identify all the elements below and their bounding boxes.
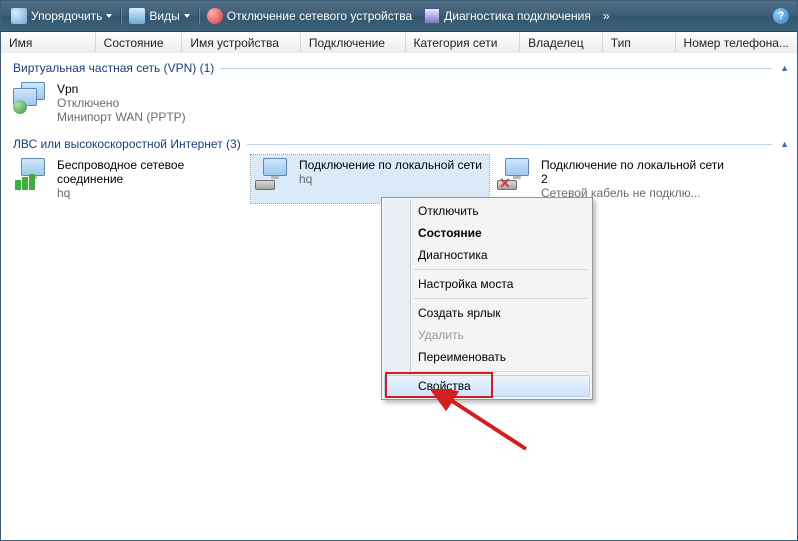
group-header-vpn[interactable]: Виртуальная частная сеть (VPN) (1) ▲ [9,59,789,79]
connection-title: Подключение по локальной сети [299,158,482,172]
connection-sub: hq [57,186,243,200]
organize-icon [11,8,27,24]
disable-device-label: Отключение сетевого устройства [227,9,412,23]
connection-title: Vpn [57,82,186,96]
connection-sub: Минипорт WAN (PPTP) [57,110,186,124]
disable-icon [207,8,223,24]
views-icon [129,8,145,24]
menu-item-disable[interactable]: Отключить [384,200,590,222]
group-header-label: ЛВС или высокоскоростной Интернет (3) [13,137,241,151]
menu-separator [414,298,588,299]
menu-item-diagnose[interactable]: Диагностика [384,244,590,266]
column-header[interactable]: Состояние [96,32,183,54]
diagnose-button[interactable]: Диагностика подключения [418,1,597,31]
connection-item-wifi[interactable]: Беспроводное сетевое соединение hq [9,155,247,203]
context-menu: Отключить Состояние Диагностика Настройк… [381,197,593,400]
help-icon[interactable]: ? [773,8,789,24]
menu-item-shortcut[interactable]: Создать ярлык [384,302,590,324]
toolbar-overflow[interactable]: » [597,1,616,31]
menu-item-status[interactable]: Состояние [384,222,590,244]
menu-item-rename[interactable]: Переименовать [384,346,590,368]
command-bar: Упорядочить Виды Отключение сетевого уст… [1,1,797,32]
connection-text: Подключение по локальной сети 2 Сетевой … [541,158,727,200]
column-header[interactable]: Номер телефона... [676,32,797,54]
network-connections-window: Упорядочить Виды Отключение сетевого уст… [0,0,798,541]
group-rule [247,144,772,145]
column-header-row: Имя Состояние Имя устройства Подключение… [1,32,797,55]
group-header-lan[interactable]: ЛВС или высокоскоростной Интернет (3) ▲ [9,135,789,155]
organize-menu[interactable]: Упорядочить [5,1,118,31]
column-header[interactable]: Имя [1,32,96,54]
vpn-icon [13,82,51,118]
menu-separator [414,269,588,270]
toolbar-separator [198,7,199,25]
connection-title: Беспроводное сетевое соединение [57,158,243,186]
group-items: Vpn Отключено Минипорт WAN (PPTP) [9,79,789,127]
collapse-icon[interactable]: ▲ [780,63,789,73]
connection-text: Беспроводное сетевое соединение hq [57,158,243,200]
column-header[interactable]: Владелец [520,32,603,54]
organize-label: Упорядочить [31,9,102,23]
connection-sub: Отключено [57,96,186,110]
views-label: Виды [149,9,179,23]
toolbar-separator [120,7,121,25]
connection-item-vpn[interactable]: Vpn Отключено Минипорт WAN (PPTP) [9,79,277,127]
menu-item-properties[interactable]: Свойства [384,375,590,397]
overflow-label: » [603,9,610,23]
connection-title: Подключение по локальной сети 2 [541,158,727,186]
menu-item-bridge[interactable]: Настройка моста [384,273,590,295]
menu-separator [414,371,588,372]
column-header[interactable]: Тип [603,32,676,54]
lan-icon [255,158,293,194]
connection-text: Vpn Отключено Минипорт WAN (PPTP) [57,82,186,124]
connection-sub: hq [299,172,482,186]
disable-device-button[interactable]: Отключение сетевого устройства [201,1,418,31]
views-menu[interactable]: Виды [123,1,195,31]
group-lan: ЛВС или высокоскоростной Интернет (3) ▲ … [9,135,789,203]
dropdown-icon [184,14,190,18]
menu-item-delete: Удалить [384,324,590,346]
collapse-icon[interactable]: ▲ [780,139,789,149]
group-header-label: Виртуальная частная сеть (VPN) (1) [13,61,214,75]
connection-item-lan[interactable]: Подключение по локальной сети hq [251,155,489,203]
dropdown-icon [106,14,112,18]
diagnose-icon [424,8,440,24]
connection-item-lan2[interactable]: ✕ Подключение по локальной сети 2 Сетево… [493,155,731,203]
group-rule [220,68,772,69]
group-items: Беспроводное сетевое соединение hq Подкл… [9,155,789,203]
group-vpn: Виртуальная частная сеть (VPN) (1) ▲ Vpn… [9,59,789,127]
connection-text: Подключение по локальной сети hq [299,158,482,186]
wifi-icon [13,158,51,194]
column-header[interactable]: Подключение [301,32,406,54]
column-header[interactable]: Имя устройства [182,32,301,54]
lan-disconnected-icon: ✕ [497,158,535,194]
column-header[interactable]: Категория сети [406,32,521,54]
diagnose-label: Диагностика подключения [444,9,591,23]
